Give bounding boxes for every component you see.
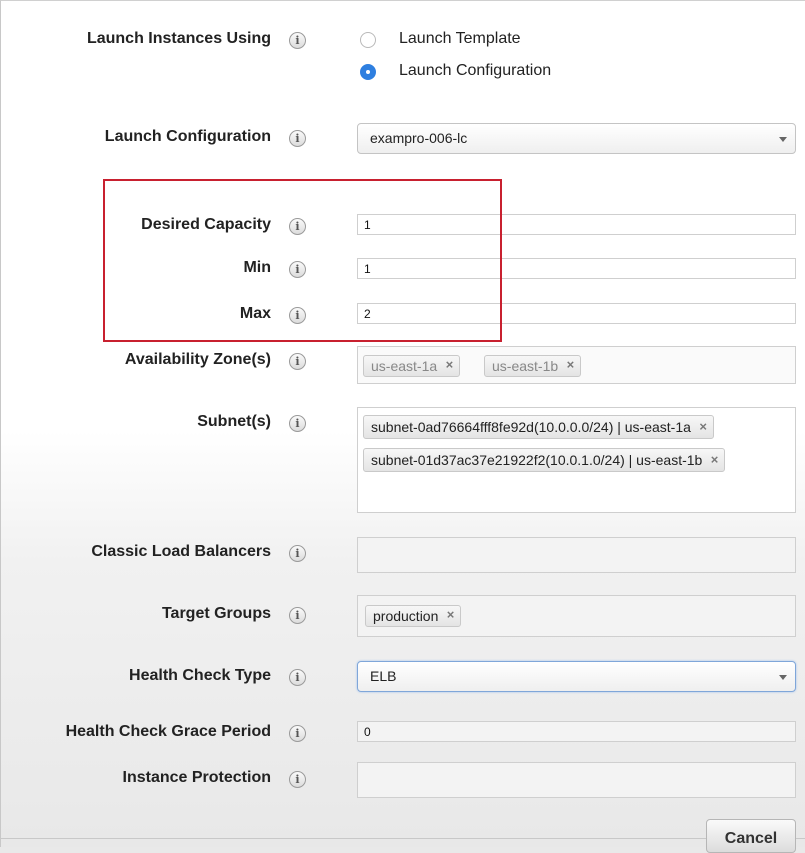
remove-icon[interactable]: × — [699, 419, 707, 434]
availability-zones-label: Availability Zone(s) — [124, 351, 271, 368]
remove-icon[interactable]: × — [567, 357, 575, 372]
subnet-tag: subnet-01d37ac37e21922f2(10.0.1.0/24) | … — [363, 448, 726, 472]
chevron-down-icon — [779, 675, 787, 680]
info-icon[interactable]: i — [289, 725, 306, 742]
classic-load-balancers-label: Classic Load Balancers — [91, 543, 271, 560]
availability-zones-input[interactable]: us-east-1a × us-east-1b × — [357, 346, 796, 384]
info-icon[interactable]: i — [289, 32, 306, 49]
tag-label: production — [373, 608, 439, 624]
subnets-input[interactable]: subnet-0ad76664fff8fe92d(10.0.0.0/24) | … — [357, 407, 796, 513]
launch-configuration-select[interactable]: exampro-006-lc — [357, 123, 796, 154]
health-check-type-label: Health Check Type — [129, 667, 271, 684]
info-icon[interactable]: i — [289, 771, 306, 788]
remove-icon[interactable]: × — [447, 607, 455, 622]
chevron-down-icon — [779, 137, 787, 142]
launch-template-radio[interactable] — [360, 32, 376, 48]
health-check-type-value: ELB — [370, 668, 397, 684]
launch-configuration-radio-label[interactable]: Launch Configuration — [399, 62, 551, 80]
launch-template-radio-label[interactable]: Launch Template — [399, 30, 521, 48]
remove-icon[interactable]: × — [446, 357, 454, 372]
info-icon[interactable]: i — [289, 545, 306, 562]
target-group-tag: production × — [365, 605, 462, 627]
health-check-grace-period-input[interactable]: 0 — [357, 721, 796, 742]
subnet-tag: subnet-0ad76664fff8fe92d(10.0.0.0/24) | … — [363, 415, 714, 439]
launch-configuration-radio[interactable] — [360, 64, 376, 80]
tag-label: subnet-01d37ac37e21922f2(10.0.1.0/24) | … — [371, 452, 703, 468]
auto-scaling-group-form: Launch Instances Using i Launch Template… — [0, 0, 805, 853]
health-check-type-select[interactable]: ELB — [357, 661, 796, 692]
target-groups-input[interactable]: production × — [357, 595, 796, 637]
instance-protection-label: Instance Protection — [122, 769, 271, 786]
cancel-button[interactable]: Cancel — [706, 819, 796, 853]
remove-icon[interactable]: × — [711, 452, 719, 467]
divider — [1, 838, 805, 839]
highlight-box — [103, 179, 502, 342]
tag-label: us-east-1a — [371, 358, 438, 374]
launch-configuration-value: exampro-006-lc — [370, 130, 468, 146]
launch-configuration-label: Launch Configuration — [104, 128, 271, 145]
info-icon[interactable]: i — [289, 415, 306, 432]
classic-load-balancers-input[interactable] — [357, 537, 796, 573]
availability-zone-tag: us-east-1a × — [363, 355, 461, 377]
tag-label: subnet-0ad76664fff8fe92d(10.0.0.0/24) | … — [371, 419, 691, 435]
info-icon[interactable]: i — [289, 353, 306, 370]
instance-protection-input[interactable] — [357, 762, 796, 798]
launch-instances-using-label: Launch Instances Using — [86, 30, 271, 47]
tag-label: us-east-1b — [492, 358, 559, 374]
info-icon[interactable]: i — [289, 669, 306, 686]
target-groups-label: Target Groups — [161, 605, 271, 622]
availability-zone-tag: us-east-1b × — [484, 355, 582, 377]
info-icon[interactable]: i — [289, 130, 306, 147]
info-icon[interactable]: i — [289, 607, 306, 624]
health-check-grace-period-label: Health Check Grace Period — [65, 723, 271, 740]
subnets-label: Subnet(s) — [197, 413, 271, 430]
